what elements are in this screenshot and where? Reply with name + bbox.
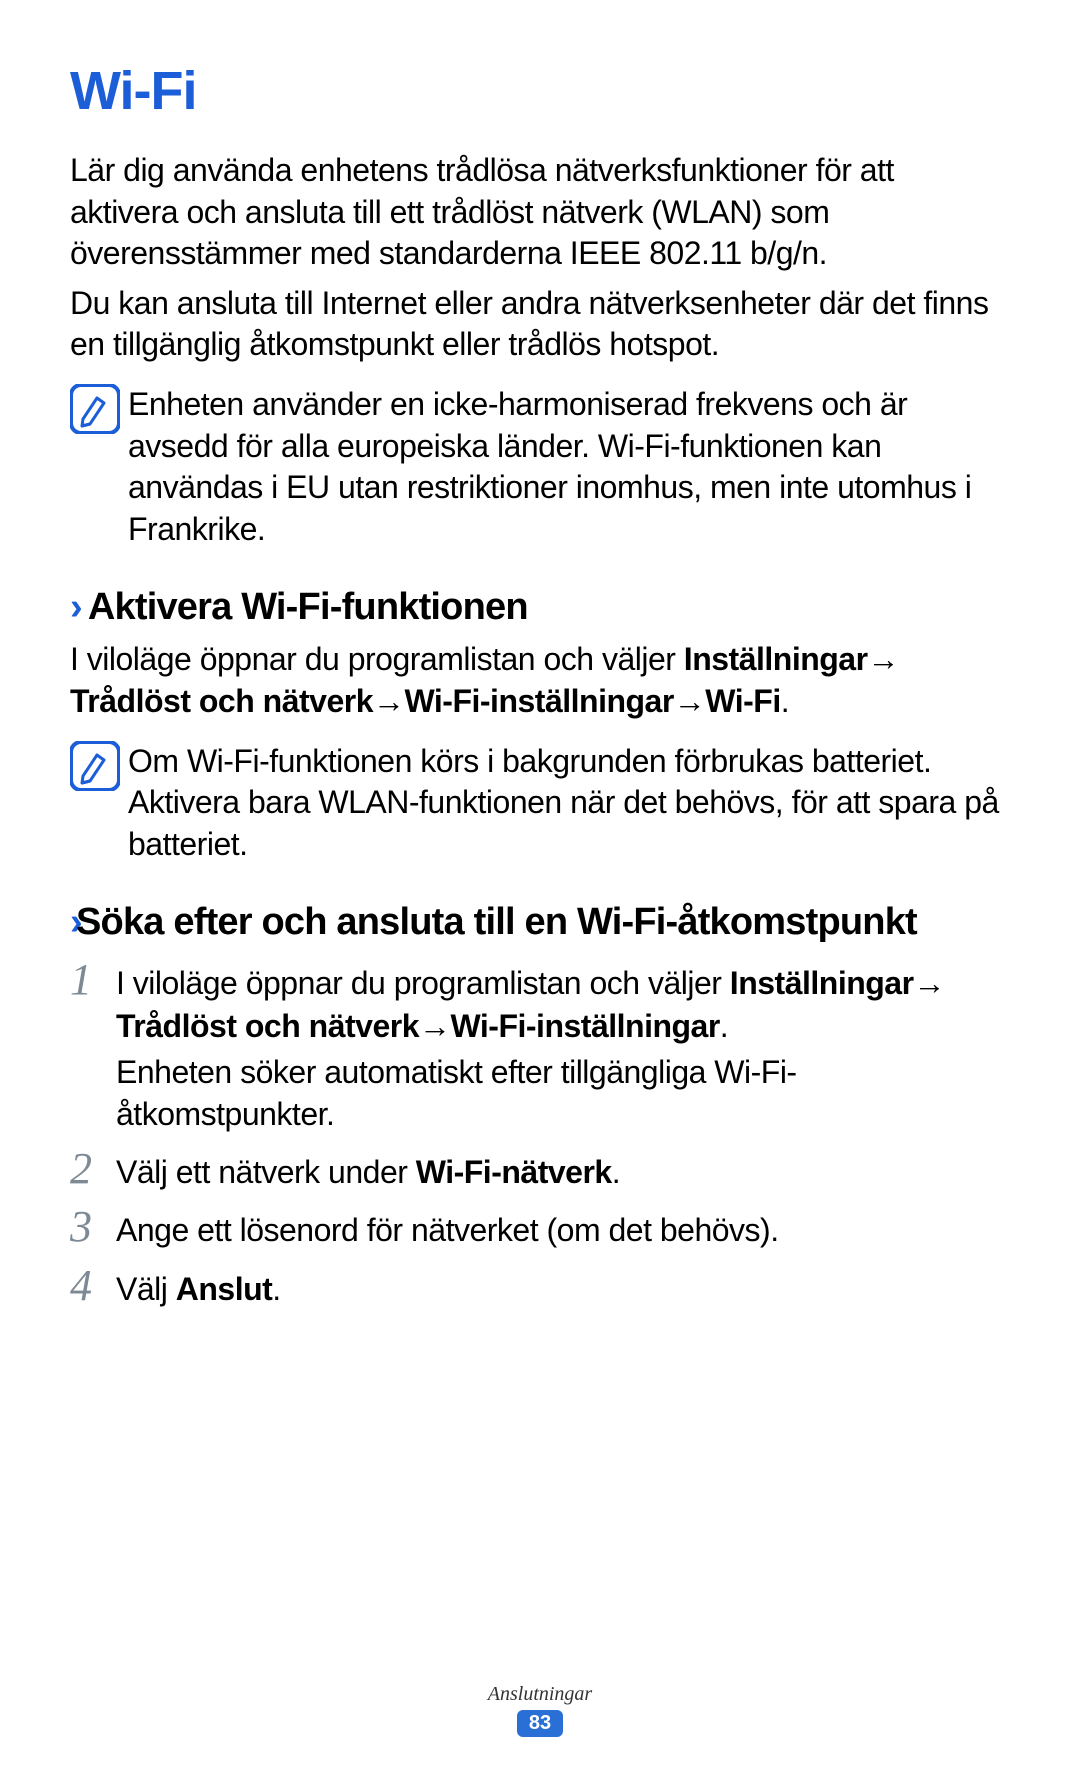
step-number: 4 [70,1264,116,1308]
step-text: Ange ett lösenord för nätverket (om det … [116,1205,1010,1251]
note-icon [70,741,120,791]
step-number: 2 [70,1147,116,1191]
note-icon-container [70,741,128,791]
step-number: 1 [70,958,116,1002]
subheading-search-connect: › Söka efter och ansluta till en Wi-Fi-å… [70,901,1010,944]
intro-paragraph-1: Lär dig använda enhetens trådlösa nätver… [70,150,1010,275]
note-text-2: Om Wi-Fi-funktionen körs i bakgrunden fö… [128,741,1010,866]
path-wifi-settings: Wi-Fi-inställningar [404,683,673,719]
step-text: I viloläge öppnar du programlistan och v… [116,958,1010,1135]
subheading-activate-wifi: › Aktivera Wi-Fi-funktionen [70,586,1010,629]
arrow-icon: → [419,1005,451,1047]
page-footer: Anslutningar 83 [0,1683,1080,1737]
note-text-1: Enheten använder en icke-harmoniserad fr… [128,384,1010,550]
subheading-text: Aktivera Wi-Fi-funktionen [88,586,528,629]
path-settings: Inställningar [730,965,914,1001]
step-pre: I viloläge öppnar du programlistan och v… [116,965,730,1001]
step-1: 1 I viloläge öppnar du programlistan och… [70,958,1010,1135]
step-post: . [272,1271,280,1307]
step-sub: Enheten söker automatiskt efter tillgäng… [116,1051,1010,1135]
chevron-icon: › [70,586,82,629]
step-text: Välj ett nätverk under Wi-Fi-nätverk. [116,1147,1010,1193]
step-pre: Välj ett nätverk under [116,1154,416,1190]
arrow-icon: → [373,681,405,723]
step-3: 3 Ange ett lösenord för nätverket (om de… [70,1205,1010,1251]
period: . [720,1008,728,1044]
path-wireless: Trådlöst och nätverk [70,683,373,719]
document-page: Wi-Fi Lär dig använda enhetens trådlösa … [0,0,1080,1771]
period: . [781,683,789,719]
step-4: 4 Välj Anslut. [70,1264,1010,1310]
steps-list: 1 I viloläge öppnar du programlistan och… [70,958,1010,1310]
path-wifi-settings: Wi-Fi-inställningar [450,1008,719,1044]
step-pre: Välj [116,1271,176,1307]
page-number-badge: 83 [517,1710,563,1737]
step-2: 2 Välj ett nätverk under Wi-Fi-nätverk. [70,1147,1010,1193]
step-bold: Anslut [176,1271,273,1307]
arrow-icon: → [674,681,706,723]
arrow-icon: → [914,962,946,1004]
footer-section-name: Anslutningar [0,1683,1080,1706]
activate-instruction: I viloläge öppnar du programlistan och v… [70,639,1010,722]
page-title: Wi-Fi [70,60,1010,122]
path-wireless: Trådlöst och nätverk [116,1008,419,1044]
step-text: Välj Anslut. [116,1264,1010,1310]
step-number: 3 [70,1205,116,1249]
path-wifi: Wi-Fi [705,683,780,719]
path-settings: Inställningar [684,641,868,677]
step-post: . [612,1154,620,1190]
note-icon [70,384,120,434]
subheading-text: Söka efter och ansluta till en Wi-Fi-åtk… [102,901,917,944]
step-bold: Wi-Fi-nätverk [416,1154,612,1190]
note-block-1: Enheten använder en icke-harmoniserad fr… [70,384,1010,550]
intro-paragraph-2: Du kan ansluta till Internet eller andra… [70,283,1010,366]
note-block-2: Om Wi-Fi-funktionen körs i bakgrunden fö… [70,741,1010,866]
instr-pre: I viloläge öppnar du programlistan och v… [70,641,684,677]
arrow-icon: → [868,639,900,681]
note-icon-container [70,384,128,434]
